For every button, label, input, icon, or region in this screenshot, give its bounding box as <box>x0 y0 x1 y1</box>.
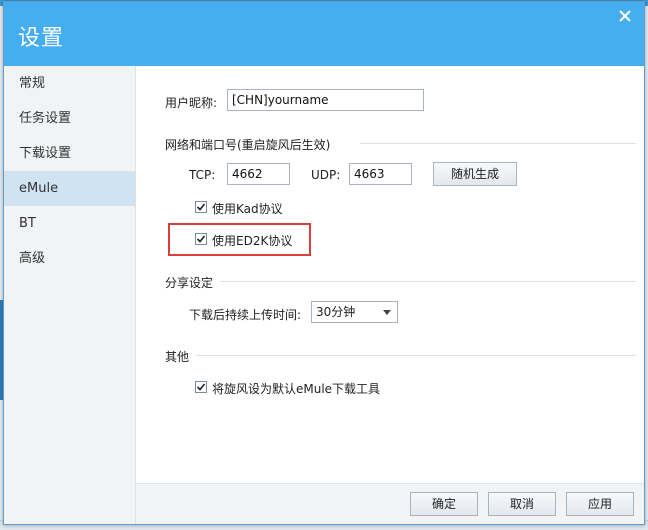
chevron-down-icon <box>383 310 391 315</box>
cancel-button[interactable]: 取消 <box>488 492 556 516</box>
tcp-port-input[interactable] <box>227 163 290 185</box>
dialog-titlebar: 设置 <box>4 2 644 66</box>
checkmark-icon <box>196 203 206 211</box>
upload-time-label: 下载后持续上传时间: <box>189 308 302 322</box>
tcp-label: TCP: <box>189 168 216 182</box>
share-section-title: 分享设定 <box>165 276 214 290</box>
network-section-title: 网络和端口号(重启旋风后生效) <box>165 138 331 152</box>
settings-sidebar: 常规 任务设置 下载设置 eMule BT 高级 <box>4 66 136 524</box>
default-tool-checkbox[interactable] <box>195 381 207 393</box>
other-section-title: 其他 <box>165 350 190 364</box>
sidebar-item-advanced[interactable]: 高级 <box>4 241 135 276</box>
ed2k-label: 使用ED2K协议 <box>212 234 293 248</box>
checkmark-icon <box>196 383 206 391</box>
dialog-footer: 确定 取消 应用 <box>136 483 644 524</box>
ok-button[interactable]: 确定 <box>410 492 478 516</box>
emule-settings-panel: 用户昵称: 网络和端口号(重启旋风后生效) TCP: UDP: 随机生成 使用K… <box>136 66 644 484</box>
nickname-input[interactable] <box>227 89 424 111</box>
kad-label: 使用Kad协议 <box>212 202 283 216</box>
sidebar-item-download-settings[interactable]: 下载设置 <box>4 136 135 171</box>
kad-checkbox[interactable] <box>195 201 207 213</box>
network-section-divider <box>360 143 636 144</box>
settings-dialog: 设置 常规 任务设置 下载设置 eMule BT 高级 用户昵称: 网络和端口号… <box>3 1 645 525</box>
close-button[interactable] <box>616 7 634 25</box>
dialog-title: 设置 <box>18 26 65 51</box>
upload-time-select[interactable]: 30分钟 <box>311 301 398 323</box>
close-icon <box>619 10 631 22</box>
sidebar-item-general[interactable]: 常规 <box>4 66 135 101</box>
sidebar-item-emule[interactable]: eMule <box>4 171 135 206</box>
share-section-divider <box>220 281 636 282</box>
other-section-divider <box>196 355 636 356</box>
random-port-button[interactable]: 随机生成 <box>433 162 517 186</box>
upload-time-value: 30分钟 <box>316 305 356 319</box>
sidebar-item-task-settings[interactable]: 任务设置 <box>4 101 135 136</box>
nickname-label: 用户昵称: <box>165 96 218 110</box>
ed2k-checkbox[interactable] <box>195 233 207 245</box>
default-tool-label: 将旋风设为默认eMule下载工具 <box>212 382 381 396</box>
sidebar-item-bt[interactable]: BT <box>4 206 135 241</box>
udp-port-input[interactable] <box>349 163 412 185</box>
apply-button[interactable]: 应用 <box>566 492 634 516</box>
udp-label: UDP: <box>311 168 341 182</box>
checkmark-icon <box>196 235 206 243</box>
